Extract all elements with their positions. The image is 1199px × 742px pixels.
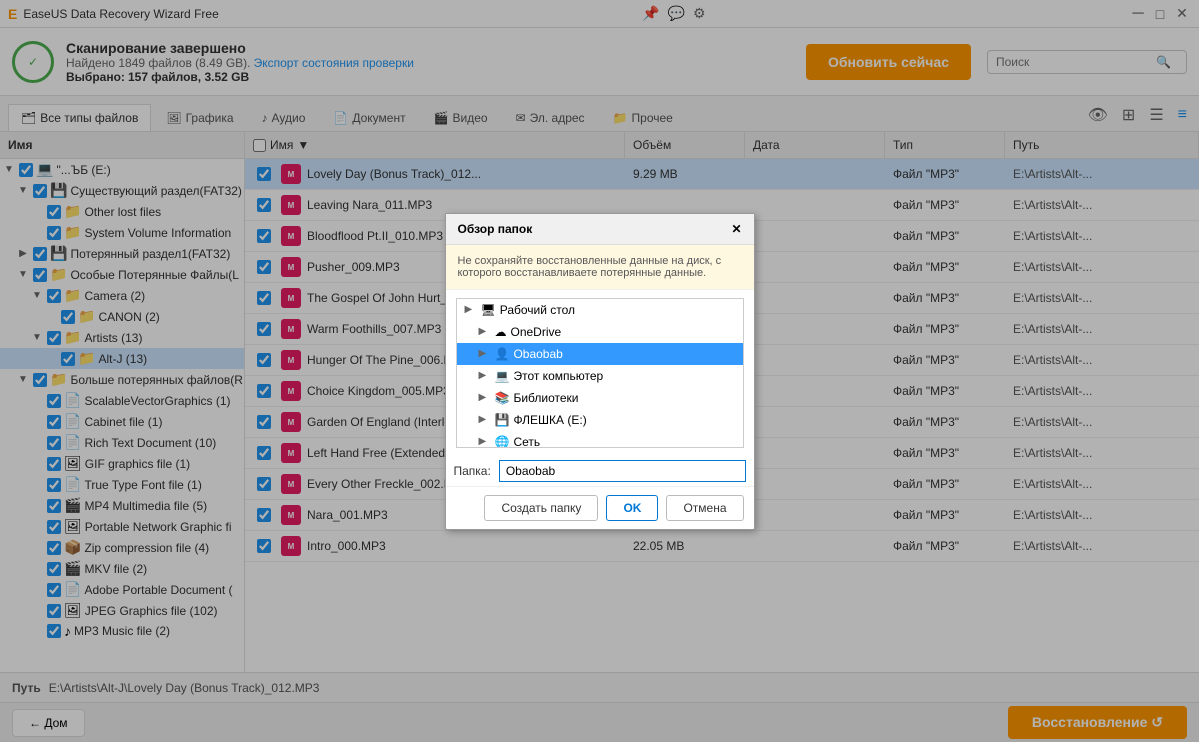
dialog-warning: Не сохраняйте восстановленные данные на … <box>446 245 754 290</box>
tree-item-label: OneDrive <box>511 325 562 339</box>
desktop-icon: 🖥 <box>481 303 496 317</box>
dialog-folder-row: Папка: <box>446 456 754 486</box>
tree-item-label: ФЛЕШКА (E:) <box>513 413 586 427</box>
tree-arrow: ▶ <box>479 370 491 381</box>
tree-item-label: Этот компьютер <box>513 369 603 383</box>
folder-label: Папка: <box>454 464 491 478</box>
dialog-tree-obaobab[interactable]: ▶ 👤 Obaobab <box>457 343 743 365</box>
tree-arrow: ▶ <box>479 436 491 447</box>
tree-item-label: Библиотеки <box>513 391 578 405</box>
library-icon: 📚 <box>495 391 510 405</box>
onedrive-icon: ☁ <box>495 325 507 339</box>
tree-item-label: Obaobab <box>513 347 562 361</box>
cancel-button[interactable]: Отмена <box>666 495 743 521</box>
new-folder-button[interactable]: Создать папку <box>484 495 598 521</box>
dialog-folder-tree[interactable]: ▶ 🖥 Рабочий стол ▶ ☁ OneDrive ▶ 👤 Obaoba… <box>456 298 744 448</box>
dialog-title-text: Обзор папок <box>458 222 533 236</box>
tree-arrow: ▶ <box>479 414 491 425</box>
computer-icon: 💻 <box>495 369 510 383</box>
tree-arrow: ▶ <box>465 304 477 315</box>
dialog-overlay: Обзор папок ✕ Не сохраняйте восстановлен… <box>0 0 1199 742</box>
tree-arrow: ▶ <box>479 392 491 403</box>
network-icon: 🌐 <box>495 435 510 448</box>
browse-folder-dialog: Обзор папок ✕ Не сохраняйте восстановлен… <box>445 213 755 530</box>
dialog-tree-flash[interactable]: ▶ 💾 ФЛЕШКА (E:) <box>457 409 743 431</box>
dialog-tree-desktop[interactable]: ▶ 🖥 Рабочий стол <box>457 299 743 321</box>
dialog-tree-network[interactable]: ▶ 🌐 Сеть <box>457 431 743 448</box>
tree-arrow: ▶ <box>479 326 491 337</box>
dialog-tree-onedrive[interactable]: ▶ ☁ OneDrive <box>457 321 743 343</box>
dialog-close-button[interactable]: ✕ <box>731 222 741 236</box>
drive-icon: 💾 <box>495 413 510 427</box>
tree-item-label: Рабочий стол <box>500 303 575 317</box>
dialog-tree-thispc[interactable]: ▶ 💻 Этот компьютер <box>457 365 743 387</box>
dialog-tree-libraries[interactable]: ▶ 📚 Библиотеки <box>457 387 743 409</box>
dialog-buttons: Создать папку OK Отмена <box>446 486 754 529</box>
tree-item-label: Сеть <box>513 435 540 448</box>
dialog-title-bar: Обзор папок ✕ <box>446 214 754 245</box>
tree-arrow: ▶ <box>479 348 491 359</box>
user-icon: 👤 <box>495 347 510 361</box>
folder-input[interactable] <box>499 460 746 482</box>
ok-button[interactable]: OK <box>606 495 658 521</box>
